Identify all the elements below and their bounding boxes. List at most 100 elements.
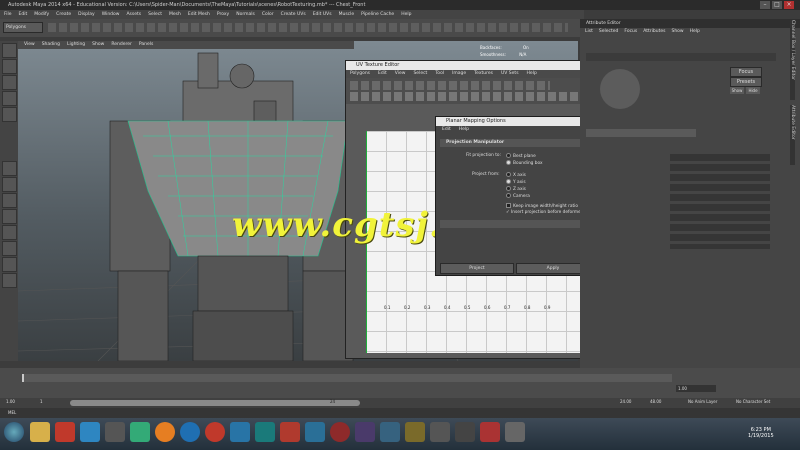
- main-menu-item-7[interactable]: Select: [148, 10, 162, 19]
- attribute-menu-item-5[interactable]: Help: [690, 28, 700, 36]
- select-tool-icon[interactable]: [2, 43, 17, 58]
- apply-button[interactable]: Apply: [516, 263, 590, 274]
- viewport-menu-item-2[interactable]: Lighting: [67, 41, 85, 49]
- attribute-menu-item-0[interactable]: List: [585, 28, 593, 36]
- current-time-marker[interactable]: [22, 374, 24, 382]
- hide-button[interactable]: Hide: [746, 87, 760, 94]
- layout-graph-icon[interactable]: [2, 241, 17, 256]
- dialog-menu-help[interactable]: Help: [459, 126, 469, 134]
- main-menu-item-1[interactable]: Edit: [19, 10, 28, 19]
- focus-button[interactable]: Focus: [730, 67, 762, 77]
- layout-single-icon[interactable]: [2, 161, 17, 176]
- start-button-icon[interactable]: [4, 422, 24, 442]
- timeline-ticks[interactable]: [22, 374, 672, 382]
- layout-outliner-icon[interactable]: [2, 225, 17, 240]
- project-x-axis-radio[interactable]: X axis: [506, 172, 526, 178]
- range-end[interactable]: 24: [330, 399, 335, 404]
- app-icon[interactable]: [405, 422, 425, 442]
- fit-bounding-box-radio[interactable]: Bounding box: [506, 160, 543, 166]
- ie-icon[interactable]: [180, 422, 200, 442]
- viewport-menu-item-0[interactable]: View: [24, 41, 35, 49]
- after-effects-icon[interactable]: [355, 422, 375, 442]
- end-time-b[interactable]: 48.00: [650, 399, 661, 404]
- attribute-menu-item-2[interactable]: Focus: [624, 28, 637, 36]
- explorer-icon[interactable]: [30, 422, 50, 442]
- main-menu-item-5[interactable]: Window: [102, 10, 120, 19]
- viewport-menu-item-4[interactable]: Renderer: [111, 41, 132, 49]
- project-z-axis-radio[interactable]: Z axis: [506, 186, 526, 192]
- attribute-sliders[interactable]: [670, 154, 770, 249]
- maximize-button[interactable]: □: [772, 1, 782, 9]
- app-icon[interactable]: [480, 422, 500, 442]
- project-camera-radio[interactable]: Camera: [506, 193, 530, 199]
- attribute-menu-item-4[interactable]: Show: [671, 28, 683, 36]
- end-time-a[interactable]: 24.00: [620, 399, 631, 404]
- node-tabs[interactable]: [586, 53, 776, 61]
- range-bar[interactable]: [70, 400, 360, 406]
- side-tab-attribute-editor[interactable]: Attribute Editor: [790, 105, 795, 165]
- main-menu-item-15[interactable]: Muscle: [339, 10, 355, 19]
- media-player-icon[interactable]: [55, 422, 75, 442]
- move-tool-icon[interactable]: [2, 75, 17, 90]
- project-button[interactable]: Project: [440, 263, 514, 274]
- fit-best-plane-radio[interactable]: Best plane: [506, 153, 536, 159]
- layout-hypershade-icon[interactable]: [2, 273, 17, 288]
- layout-persp-icon[interactable]: [2, 209, 17, 224]
- attribute-menu-item-3[interactable]: Attributes: [643, 28, 665, 36]
- start-time[interactable]: 1.00: [6, 399, 15, 404]
- uv-menu-item-7[interactable]: UV Sets: [501, 70, 519, 78]
- presets-button[interactable]: Presets: [730, 77, 762, 87]
- main-menu-item-0[interactable]: File: [4, 10, 12, 19]
- main-menu-item-16[interactable]: Pipeline Cache: [361, 10, 394, 19]
- minimize-button[interactable]: –: [760, 1, 770, 9]
- command-line[interactable]: MEL: [0, 408, 800, 418]
- main-menu-item-10[interactable]: Proxy: [217, 10, 229, 19]
- dialog-menu-edit[interactable]: Edit: [442, 126, 451, 134]
- range-start[interactable]: 1: [40, 399, 43, 404]
- anim-layer-selector[interactable]: No Anim Layer: [688, 399, 717, 404]
- main-menu-item-2[interactable]: Modify: [34, 10, 49, 19]
- close-button[interactable]: ×: [784, 1, 794, 9]
- word-icon[interactable]: [230, 422, 250, 442]
- mode-selector[interactable]: Polygons: [3, 22, 43, 33]
- main-menu-item-6[interactable]: Assets: [126, 10, 141, 19]
- attribute-menu-item-1[interactable]: Selected: [599, 28, 619, 36]
- app-icon[interactable]: [430, 422, 450, 442]
- main-menu-item-17[interactable]: Help: [401, 10, 411, 19]
- uv-menu-item-0[interactable]: Polygons: [350, 70, 370, 78]
- layout-uv-icon[interactable]: [2, 257, 17, 272]
- maya-icon[interactable]: [255, 422, 275, 442]
- keep-ratio-checkbox[interactable]: Keep image width/height ratio: [506, 203, 578, 209]
- character-set-selector[interactable]: No Character Set: [736, 399, 770, 404]
- taskbar-clock[interactable]: 6:23 PM 1/19/2015: [748, 427, 774, 439]
- main-menu-item-11[interactable]: Normals: [236, 10, 255, 19]
- rotate-tool-icon[interactable]: [2, 91, 17, 106]
- main-menu-item-4[interactable]: Display: [78, 10, 95, 19]
- chrome-icon[interactable]: [155, 422, 175, 442]
- scale-tool-icon[interactable]: [2, 107, 17, 122]
- app-icon[interactable]: [380, 422, 400, 442]
- main-menu-item-12[interactable]: Color: [262, 10, 274, 19]
- uv-menu-item-4[interactable]: Tool: [435, 70, 444, 78]
- status-line-icons[interactable]: [48, 23, 568, 32]
- uv-tool-icons[interactable]: [350, 81, 550, 90]
- app-icon[interactable]: [130, 422, 150, 442]
- viewport-menu-item-1[interactable]: Shading: [42, 41, 60, 49]
- layout-side-icon[interactable]: [2, 193, 17, 208]
- app-icon[interactable]: [105, 422, 125, 442]
- lasso-tool-icon[interactable]: [2, 59, 17, 74]
- uv-menu-item-2[interactable]: View: [395, 70, 406, 78]
- current-time-field[interactable]: 1.00: [676, 385, 716, 392]
- app-icon[interactable]: [305, 422, 325, 442]
- main-menu-item-3[interactable]: Create: [56, 10, 71, 19]
- project-y-axis-radio[interactable]: Y axis: [506, 179, 526, 185]
- main-menu-item-13[interactable]: Create UVs: [281, 10, 306, 19]
- uv-menu-item-5[interactable]: Image: [452, 70, 466, 78]
- main-menu-item-8[interactable]: Mesh: [169, 10, 181, 19]
- main-menu-item-9[interactable]: Edit Mesh: [188, 10, 210, 19]
- uv-menu-item-3[interactable]: Select: [413, 70, 427, 78]
- app-icon[interactable]: [455, 422, 475, 442]
- app-icon[interactable]: [280, 422, 300, 442]
- insert-before-deformers-checkbox[interactable]: ✓ Insert projection before deformers: [506, 210, 585, 215]
- app-icon[interactable]: [80, 422, 100, 442]
